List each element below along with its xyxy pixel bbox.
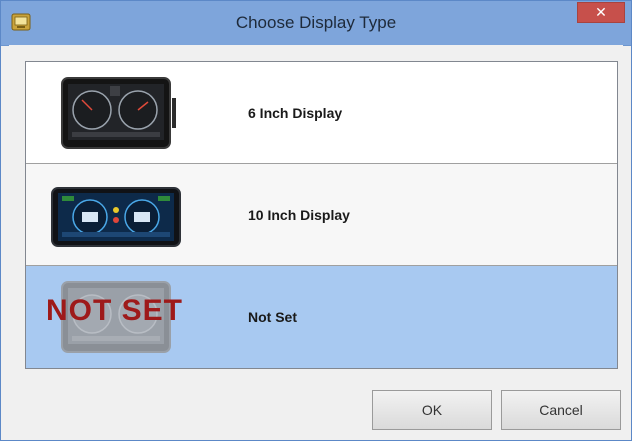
window-title: Choose Display Type [235,13,397,32]
6-inch-display-thumbnail [61,77,176,149]
option-6-inch-display[interactable]: 6 Inch Display [26,62,617,164]
title-bar[interactable]: Choose Display Type ✕ [1,1,631,46]
close-button[interactable]: ✕ [577,2,625,23]
option-label: 10 Inch Display [248,207,350,223]
option-label: Not Set [248,309,297,325]
10-inch-display-thumbnail [51,187,181,247]
dialog-body: 6 Inch Display 10 Inch Display NOT SET N… [9,45,623,434]
close-icon: ✕ [595,4,607,20]
option-label: 6 Inch Display [248,105,343,121]
display-type-list[interactable]: 6 Inch Display 10 Inch Display NOT SET N… [25,61,618,369]
cancel-button[interactable]: Cancel [501,390,621,430]
option-not-set[interactable]: NOT SET Not Set [26,266,617,368]
choose-display-type-dialog: Choose Display Type ✕ 6 Inch Display 10 … [0,0,632,441]
option-10-inch-display[interactable]: 10 Inch Display [26,164,617,266]
ok-button[interactable]: OK [372,390,492,430]
not-set-overlay-text: NOT SET [46,294,184,327]
